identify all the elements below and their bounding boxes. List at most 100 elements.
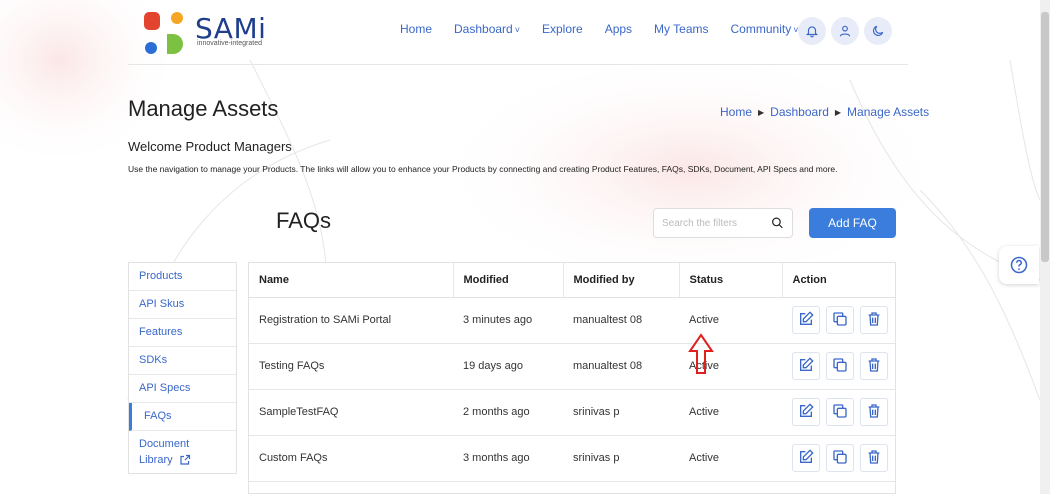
nav-explore-label: Explore bbox=[542, 22, 583, 36]
duplicate-button[interactable] bbox=[826, 352, 854, 380]
edit-icon bbox=[798, 356, 814, 376]
chevron-right-icon: ▶ bbox=[758, 107, 765, 117]
cell-action bbox=[782, 435, 895, 482]
nav-dashboard[interactable]: Dashboard ˅ bbox=[454, 22, 520, 36]
nav-community-label: Community bbox=[730, 22, 792, 36]
nav-my-teams[interactable]: My Teams bbox=[654, 22, 708, 36]
theme-toggle-button[interactable] bbox=[864, 17, 892, 45]
column-header-modified-by[interactable]: Modified by bbox=[563, 263, 680, 298]
cell-modified-by: manualtest 08 bbox=[563, 297, 679, 344]
cell-modified: 3 months ago bbox=[453, 435, 563, 482]
cell-status: Active bbox=[679, 389, 782, 436]
cell-action bbox=[782, 297, 895, 344]
side-item-api-skus[interactable]: API Skus bbox=[129, 291, 236, 319]
side-item-library-label: Library bbox=[139, 454, 173, 466]
nav-community[interactable]: Community ˅ bbox=[731, 22, 799, 36]
header-divider bbox=[128, 64, 908, 65]
cell-name: Testing FAQs bbox=[249, 343, 453, 390]
page-title: Manage Assets bbox=[128, 96, 279, 121]
copy-icon bbox=[832, 403, 848, 422]
table-row[interactable]: Custom FAQs 3 months ago srinivas p Active bbox=[249, 435, 895, 482]
user-icon bbox=[839, 25, 851, 37]
side-menu: Products API Skus Features SDKs API Spec… bbox=[128, 262, 237, 474]
chevron-right-icon: ▶ bbox=[834, 107, 842, 117]
cell-name: Registration to SAMi Portal bbox=[249, 297, 453, 344]
trash-icon bbox=[866, 357, 882, 376]
delete-button[interactable] bbox=[860, 398, 888, 426]
search-icon[interactable] bbox=[771, 215, 784, 231]
side-item-api-specs[interactable]: API Specs bbox=[129, 375, 236, 403]
scrollbar-thumb[interactable] bbox=[1041, 12, 1049, 262]
cell-modified-by: manualtest 08 bbox=[563, 343, 679, 390]
row-actions bbox=[792, 352, 895, 380]
delete-button[interactable] bbox=[860, 444, 888, 472]
breadcrumb-home[interactable]: Home bbox=[720, 105, 752, 119]
side-item-document-label: Document bbox=[139, 438, 190, 450]
notifications-button[interactable] bbox=[798, 17, 826, 45]
edit-button[interactable] bbox=[792, 352, 820, 380]
page-scrollbar[interactable] bbox=[1040, 0, 1050, 494]
copy-icon bbox=[832, 357, 848, 376]
edit-button[interactable] bbox=[792, 306, 820, 334]
search-box bbox=[653, 208, 793, 238]
edit-icon bbox=[798, 402, 814, 422]
nav-dashboard-label: Dashboard bbox=[454, 22, 513, 36]
profile-button[interactable] bbox=[831, 17, 859, 45]
main-nav: Home Dashboard ˅ Explore Apps My Teams Co… bbox=[400, 22, 798, 36]
column-header-status[interactable]: Status bbox=[679, 263, 783, 298]
duplicate-button[interactable] bbox=[826, 306, 854, 334]
cell-modified-by: srinivas p bbox=[563, 389, 679, 436]
column-header-modified[interactable]: Modified bbox=[453, 263, 564, 298]
nav-my-teams-label: My Teams bbox=[654, 22, 709, 36]
add-faq-button[interactable]: Add FAQ bbox=[809, 208, 896, 238]
cell-action bbox=[782, 343, 895, 390]
logo-icon bbox=[144, 12, 183, 54]
edit-button[interactable] bbox=[792, 444, 820, 472]
table-header-row: Name Modified Modified by Status Action bbox=[249, 263, 895, 298]
header: SAMi innovative-integrated Home Dashboar… bbox=[0, 0, 1040, 64]
table-row[interactable]: Registration to SAMi Portal 3 minutes ago… bbox=[249, 297, 895, 344]
column-header-name[interactable]: Name bbox=[249, 263, 454, 298]
breadcrumb-manage-assets[interactable]: Manage Assets bbox=[847, 105, 929, 119]
table-row[interactable]: Testing FAQs 19 days ago manualtest 08 Acti… bbox=[249, 343, 895, 390]
description-text: Use the navigation to manage your Produc… bbox=[128, 164, 838, 174]
bell-icon bbox=[805, 26, 819, 38]
copy-icon bbox=[832, 311, 848, 330]
breadcrumb-dashboard[interactable]: Dashboard bbox=[770, 105, 829, 119]
trash-icon bbox=[866, 449, 882, 468]
chevron-down-icon: ˅ bbox=[514, 25, 520, 35]
nav-apps[interactable]: Apps bbox=[605, 22, 632, 36]
trash-icon bbox=[866, 311, 882, 330]
side-item-features[interactable]: Features bbox=[129, 319, 236, 347]
duplicate-button[interactable] bbox=[826, 444, 854, 472]
faq-table: Name Modified Modified by Status Action … bbox=[248, 262, 896, 494]
nav-explore[interactable]: Explore bbox=[542, 22, 583, 36]
delete-button[interactable] bbox=[860, 306, 888, 334]
cell-modified-by: srinivas p bbox=[563, 435, 679, 482]
nav-home-label: Home bbox=[400, 22, 433, 36]
cell-name: Custom FAQs bbox=[249, 435, 453, 482]
table-row[interactable]: SampleTestFAQ 2 months ago srinivas p Activ… bbox=[249, 389, 895, 436]
edit-button[interactable] bbox=[792, 398, 820, 426]
cell-modified: 2 months ago bbox=[453, 389, 563, 436]
nav-home[interactable]: Home bbox=[400, 22, 432, 36]
side-item-sdks[interactable]: SDKs bbox=[129, 347, 236, 375]
external-link-icon bbox=[180, 454, 190, 465]
brand-logo[interactable]: SAMi innovative-integrated bbox=[143, 8, 268, 56]
cell-modified: 3 minutes ago bbox=[453, 297, 563, 344]
cell-name: SampleTestFAQ bbox=[249, 389, 453, 436]
duplicate-button[interactable] bbox=[826, 398, 854, 426]
side-item-faqs[interactable]: FAQs bbox=[129, 403, 236, 431]
row-actions bbox=[792, 444, 895, 472]
edit-icon bbox=[798, 448, 814, 468]
cell-modified: 19 days ago bbox=[453, 343, 563, 390]
side-item-document-library[interactable]: Document Library bbox=[129, 431, 236, 475]
breadcrumb: Home ▶ Dashboard ▶ Manage Assets bbox=[720, 105, 929, 119]
copy-icon bbox=[832, 449, 848, 468]
side-item-products[interactable]: Products bbox=[129, 263, 236, 291]
search-input[interactable] bbox=[662, 217, 767, 229]
annotation-arrow-icon bbox=[688, 333, 714, 374]
help-button[interactable] bbox=[999, 246, 1039, 284]
row-actions bbox=[792, 398, 895, 426]
delete-button[interactable] bbox=[860, 352, 888, 380]
